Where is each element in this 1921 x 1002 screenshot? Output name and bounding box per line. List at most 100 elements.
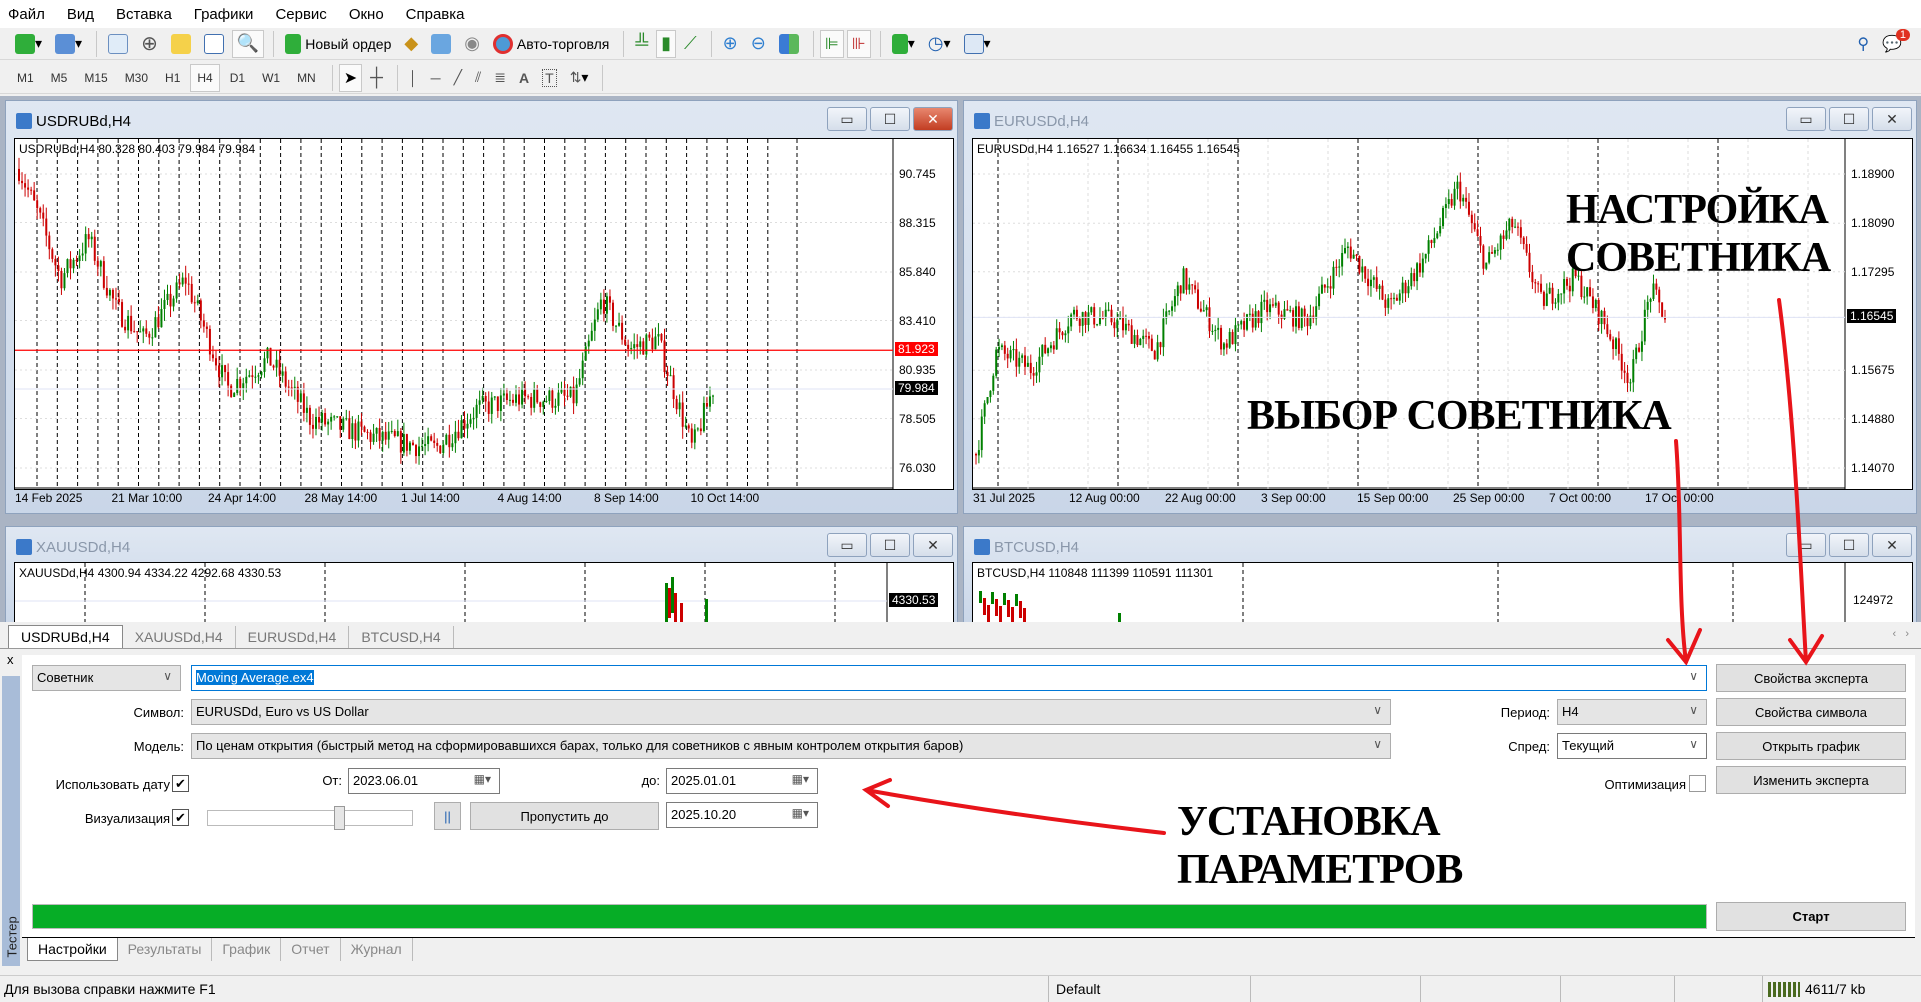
from-date-picker[interactable]: 2023.06.01 ▦▾	[348, 768, 500, 794]
model-select[interactable]: По ценам открытия (быстрый метод на сфор…	[191, 733, 1391, 759]
templates-button[interactable]: ▾	[959, 30, 996, 58]
notifications-button[interactable]: 💬 1	[1877, 28, 1910, 58]
timeframe-m15[interactable]: M15	[77, 64, 114, 92]
close-button[interactable]: ✕	[913, 533, 953, 557]
candle-chart-button[interactable]: ▮	[656, 29, 677, 58]
timeframe-d1[interactable]: D1	[223, 64, 252, 92]
tester-side-button[interactable]: Изменить эксперта	[1716, 766, 1906, 794]
text-button[interactable]: A	[514, 64, 534, 92]
periods-button[interactable]: ◷ ▾	[923, 30, 956, 58]
search-button[interactable]: ⚲	[1852, 30, 1874, 58]
chart-usdrub[interactable]: USDRUBd,H4 80.328 80.403 79.984 79.984 9…	[14, 138, 954, 505]
timeframe-m1[interactable]: M1	[10, 64, 41, 92]
horizontal-line-button[interactable]: ─	[426, 64, 446, 92]
minimize-button[interactable]: ▭	[827, 533, 867, 557]
skip-to-button[interactable]: Пропустить до	[470, 802, 659, 830]
skip-to-date-picker[interactable]: 2025.10.20 ▦▾	[666, 802, 818, 828]
timeframe-m30[interactable]: M30	[118, 64, 155, 92]
speed-slider-thumb[interactable]	[334, 806, 346, 830]
vertical-line-button[interactable]: │	[404, 64, 423, 92]
navigator-button[interactable]	[166, 30, 196, 58]
line-chart-button[interactable]: ⟋	[679, 30, 702, 58]
menu-item[interactable]: Справка	[406, 6, 465, 23]
tester-side-button[interactable]: Свойства символа	[1716, 698, 1906, 726]
tester-tab[interactable]: Журнал	[341, 938, 413, 961]
close-button[interactable]: ✕	[1872, 533, 1912, 557]
tester-tab[interactable]: Результаты	[118, 938, 213, 961]
start-button[interactable]: Старт	[1716, 902, 1906, 931]
auto-trading-button[interactable]: Авто-торговля	[488, 30, 614, 58]
crosshair-button[interactable]: ┼	[365, 64, 388, 92]
profiles-button[interactable]: ▾	[50, 30, 87, 58]
chart-shift-button[interactable]: ⊪	[846, 29, 871, 58]
chart-xauusd[interactable]: XAUUSDd,H4 4300.94 4334.22 4292.68 4330.…	[14, 562, 954, 625]
strategy-tester-button[interactable]: 🔍	[231, 29, 265, 58]
terminal-button[interactable]	[199, 30, 229, 58]
chart-btcusd[interactable]: BTCUSD,H4 110848 111399 110591 111301 12…	[972, 562, 1913, 625]
fibonacci-button[interactable]: ≣	[489, 64, 511, 92]
maximize-button[interactable]: ☐	[870, 533, 910, 557]
speed-slider[interactable]	[207, 806, 413, 830]
timeframe-mn[interactable]: MN	[290, 64, 323, 92]
visualization-checkbox[interactable]: ✔	[172, 809, 189, 826]
market-watch-button[interactable]	[103, 30, 133, 58]
maximize-button[interactable]: ☐	[1829, 533, 1869, 557]
indicators-button[interactable]: ▾	[887, 30, 920, 58]
timeframe-h4[interactable]: H4	[190, 63, 220, 92]
expert-select[interactable]: Moving Average.ex4 ∨	[191, 665, 1707, 691]
period-select[interactable]: H4 ∨	[1557, 699, 1707, 725]
menu-item[interactable]: Окно	[349, 6, 384, 23]
zoom-in-button[interactable]: ⊕	[718, 30, 743, 58]
menu-item[interactable]: Файл	[8, 6, 45, 23]
trendline-button[interactable]: ╱	[449, 64, 467, 92]
symbol-select[interactable]: EURUSDd, Euro vs US Dollar ∨	[191, 699, 1391, 725]
autoscroll-button[interactable]: ⊫	[819, 29, 844, 58]
use-date-checkbox[interactable]: ✔	[172, 775, 189, 792]
close-button[interactable]: ✕	[913, 107, 953, 131]
program-type-select[interactable]: Советник ∨	[32, 665, 181, 691]
timeframe-h1[interactable]: H1	[158, 64, 187, 92]
chart-tab[interactable]: XAUUSDd,H4	[123, 626, 236, 648]
spread-select[interactable]: Текущий ∨	[1557, 733, 1707, 759]
maximize-button[interactable]: ☐	[1829, 107, 1869, 131]
menu-item[interactable]: Вставка	[116, 6, 172, 23]
signals-button[interactable]: ◉	[459, 30, 485, 58]
tile-windows-button[interactable]	[774, 30, 804, 58]
bar-chart-button[interactable]: ╩	[630, 30, 653, 58]
minimize-button[interactable]: ▭	[1786, 533, 1826, 557]
metaeditor-button[interactable]: ◆	[399, 30, 423, 58]
tester-tab[interactable]: График	[212, 938, 282, 961]
vps-button[interactable]	[426, 30, 456, 58]
menu-item[interactable]: Вид	[67, 6, 94, 23]
chart-tab[interactable]: USDRUBd,H4	[8, 625, 123, 648]
chart-tab[interactable]: EURUSDd,H4	[236, 626, 350, 648]
text-label-button[interactable]: T	[537, 64, 562, 92]
menu-item[interactable]: Графики	[194, 6, 254, 23]
candle	[1410, 273, 1413, 287]
to-date-picker[interactable]: 2025.01.01 ▦▾	[666, 768, 818, 794]
pause-button[interactable]: ||	[434, 802, 461, 830]
close-tester-button[interactable]: x	[7, 652, 14, 667]
zoom-out-button[interactable]: ⊖	[746, 30, 771, 58]
tester-tab[interactable]: Отчет	[281, 938, 341, 961]
tester-tab[interactable]: Настройки	[27, 938, 118, 961]
close-button[interactable]: ✕	[1872, 107, 1912, 131]
arrows-button[interactable]: ⇅ ▾	[565, 64, 594, 92]
new-chart-button[interactable]: ▾	[10, 30, 47, 58]
minimize-button[interactable]: ▭	[1786, 107, 1826, 131]
maximize-button[interactable]: ☐	[870, 107, 910, 131]
channel-button[interactable]: ⫽	[470, 64, 486, 92]
data-window-button[interactable]: ⊕	[136, 30, 163, 58]
tester-side-button[interactable]: Открыть график	[1716, 732, 1906, 760]
new-order-button[interactable]: Новый ордер	[280, 30, 396, 58]
tester-side-button[interactable]: Свойства эксперта	[1716, 664, 1906, 692]
optimization-checkbox[interactable]	[1689, 775, 1706, 792]
timeframe-m5[interactable]: M5	[44, 64, 75, 92]
chart-tab[interactable]: BTCUSD,H4	[349, 626, 454, 648]
candle	[668, 588, 671, 618]
menu-item[interactable]: Сервис	[275, 6, 326, 23]
chart-tabs-scroll[interactable]: ‹ ›	[1893, 628, 1910, 640]
timeframe-w1[interactable]: W1	[255, 64, 287, 92]
cursor-button[interactable]: ➤	[338, 63, 363, 92]
minimize-button[interactable]: ▭	[827, 107, 867, 131]
